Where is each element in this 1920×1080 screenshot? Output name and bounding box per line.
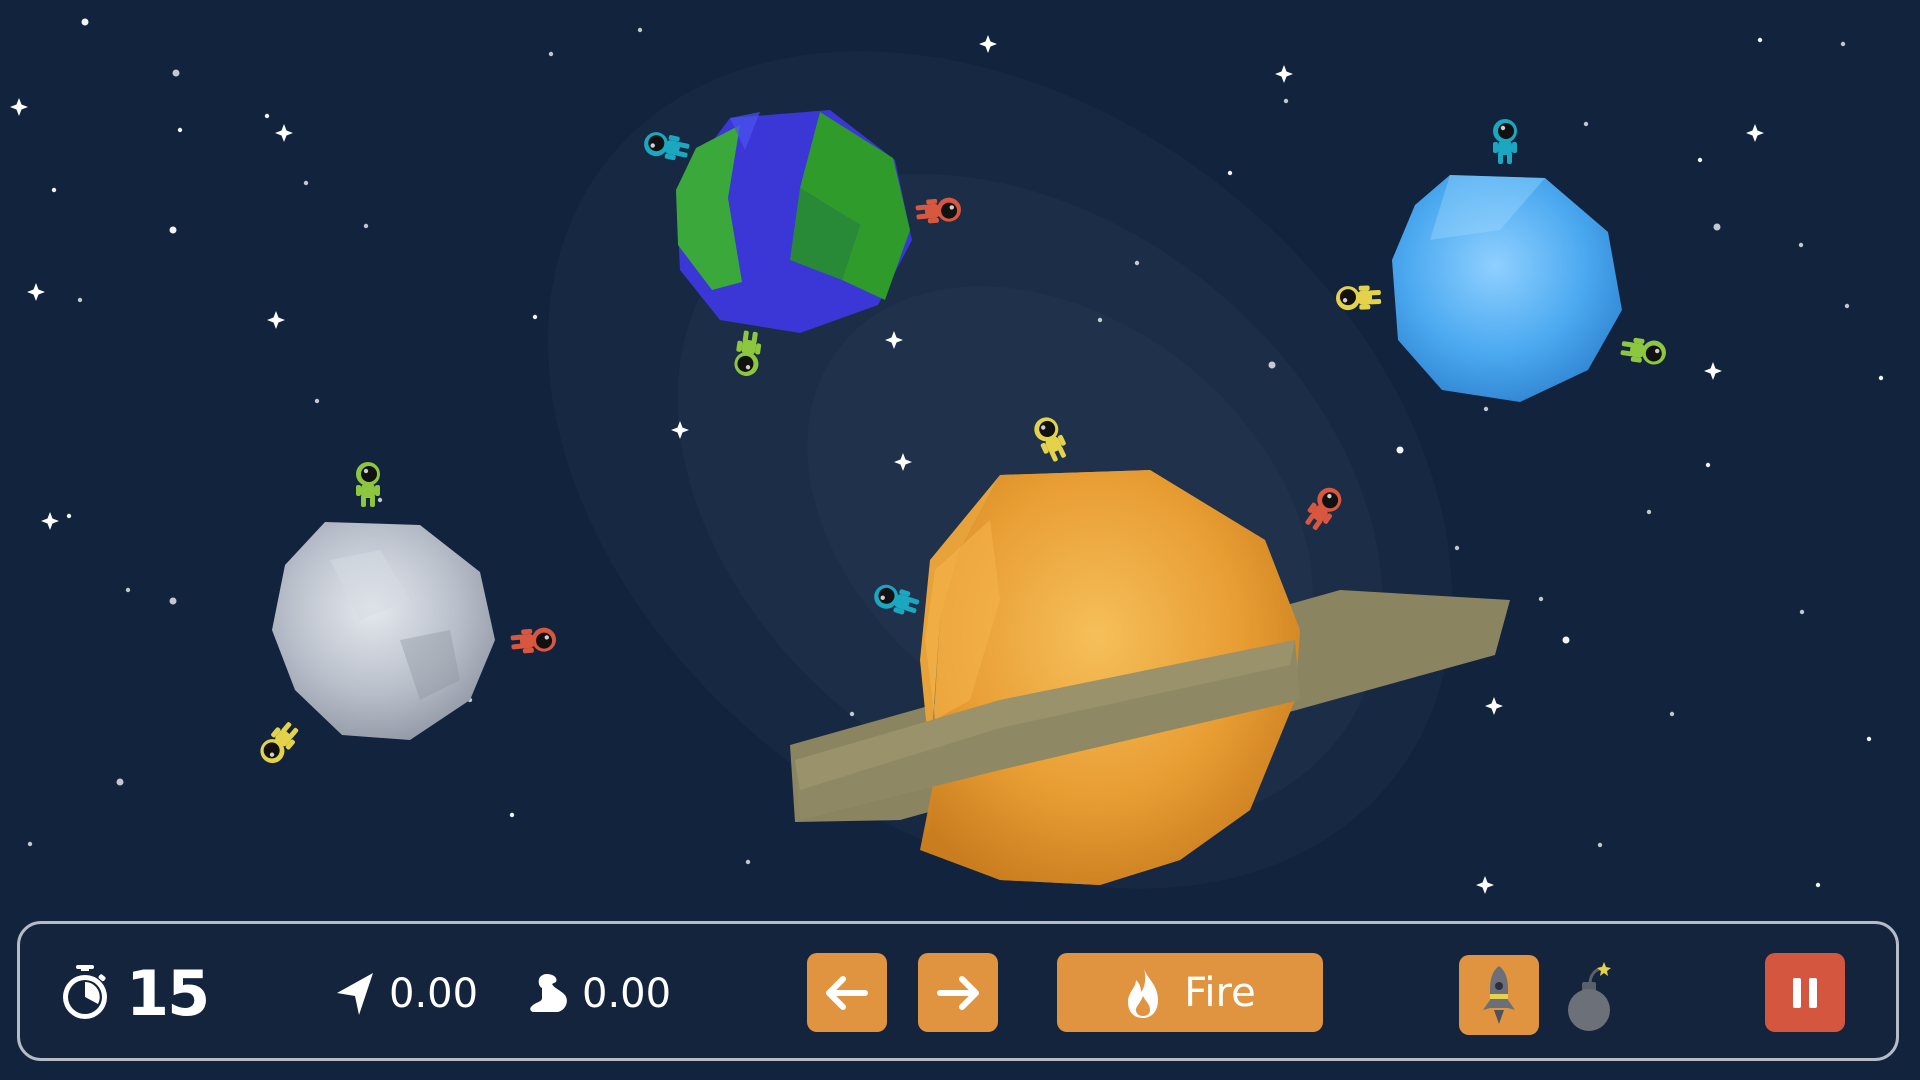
star bbox=[548, 51, 554, 57]
star bbox=[377, 497, 383, 503]
star bbox=[66, 513, 72, 519]
fire-label: Fire bbox=[1184, 969, 1256, 1016]
star bbox=[1878, 375, 1884, 381]
game-scene[interactable] bbox=[0, 0, 1920, 1080]
star bbox=[125, 587, 131, 593]
direction-arrow-icon bbox=[337, 973, 373, 1015]
star bbox=[116, 778, 124, 786]
star bbox=[1669, 711, 1675, 717]
sparkle-star bbox=[41, 512, 59, 530]
stopwatch-icon bbox=[63, 965, 107, 1019]
star bbox=[1697, 157, 1703, 163]
star bbox=[1798, 242, 1804, 248]
pause-icon bbox=[1793, 977, 1817, 1008]
star bbox=[1757, 37, 1763, 43]
sparkle-star bbox=[1275, 65, 1293, 83]
star bbox=[849, 711, 855, 717]
star bbox=[51, 187, 57, 193]
moon-planet[interactable] bbox=[272, 522, 495, 740]
arrow-left-icon bbox=[826, 975, 868, 1010]
star bbox=[169, 597, 177, 605]
astronaut-yellow[interactable] bbox=[1335, 284, 1382, 311]
flame-icon bbox=[1128, 967, 1159, 1018]
rotate-left-button[interactable] bbox=[807, 953, 887, 1032]
star bbox=[169, 226, 177, 234]
star bbox=[1538, 596, 1544, 602]
control-bar: 15 0.00 0.00 Fire bbox=[17, 921, 1899, 1061]
rotate-right-button[interactable] bbox=[918, 953, 998, 1032]
star bbox=[363, 223, 369, 229]
star bbox=[303, 180, 309, 186]
star bbox=[1844, 303, 1850, 309]
sparkle-star bbox=[27, 283, 45, 301]
astronaut-cyan[interactable] bbox=[1493, 119, 1517, 164]
star bbox=[637, 27, 643, 33]
star bbox=[1840, 41, 1846, 47]
angle-readout: 0.00 bbox=[333, 964, 478, 1024]
star bbox=[172, 69, 180, 77]
star bbox=[1483, 406, 1489, 412]
turn-timer: 15 bbox=[60, 956, 210, 1030]
star bbox=[1227, 170, 1233, 176]
sparkle-star bbox=[1704, 362, 1722, 380]
fire-button[interactable]: Fire bbox=[1057, 953, 1323, 1032]
sparkle-star bbox=[10, 98, 28, 116]
star bbox=[1134, 260, 1140, 266]
star bbox=[264, 113, 270, 119]
power-readout: 0.00 bbox=[528, 964, 671, 1024]
star bbox=[1396, 446, 1404, 454]
star bbox=[1799, 609, 1805, 615]
astronaut-green[interactable] bbox=[356, 462, 380, 507]
ice-planet[interactable] bbox=[1392, 175, 1622, 402]
astronaut-red[interactable] bbox=[510, 626, 557, 655]
star bbox=[1562, 636, 1570, 644]
star bbox=[509, 812, 515, 818]
astronaut-yellow[interactable] bbox=[255, 718, 303, 768]
star bbox=[1713, 223, 1721, 231]
star bbox=[27, 841, 33, 847]
sparkle-star bbox=[267, 311, 285, 329]
flexed-arm-icon bbox=[530, 974, 567, 1012]
bomb-icon[interactable] bbox=[1562, 958, 1622, 1034]
sparkle-star bbox=[1476, 876, 1494, 894]
star bbox=[1097, 317, 1103, 323]
sparkle-star bbox=[1746, 124, 1764, 142]
star bbox=[1454, 545, 1460, 551]
star bbox=[177, 127, 183, 133]
astronaut-green[interactable] bbox=[1619, 336, 1668, 367]
star bbox=[745, 859, 751, 865]
star bbox=[1866, 736, 1872, 742]
star bbox=[1283, 98, 1289, 104]
timer-value: 15 bbox=[126, 956, 210, 1030]
sparkle-star bbox=[1485, 697, 1503, 715]
sparkle-star bbox=[275, 124, 293, 142]
weapon-rocket-button[interactable] bbox=[1459, 955, 1539, 1035]
pause-button[interactable] bbox=[1765, 953, 1845, 1032]
star bbox=[1705, 462, 1711, 468]
rocket-icon bbox=[1483, 966, 1515, 1024]
star bbox=[1646, 509, 1652, 515]
angle-value: 0.00 bbox=[389, 971, 479, 1017]
star bbox=[532, 314, 538, 320]
star bbox=[81, 18, 89, 26]
star bbox=[77, 297, 83, 303]
arrow-right-icon bbox=[937, 975, 979, 1010]
star bbox=[1583, 121, 1589, 127]
star bbox=[1597, 842, 1603, 848]
star bbox=[314, 398, 320, 404]
power-value: 0.00 bbox=[582, 971, 672, 1017]
star bbox=[1815, 882, 1821, 888]
star bbox=[1268, 361, 1276, 369]
sparkle-star bbox=[979, 35, 997, 53]
